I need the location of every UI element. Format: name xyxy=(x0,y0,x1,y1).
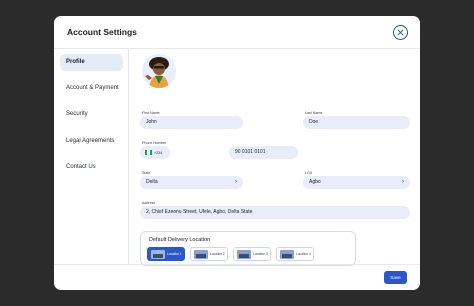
phone-number-field[interactable]: 90 0101 0101 xyxy=(229,146,298,159)
location-label: Location 2 xyxy=(210,252,225,256)
sidebar-item-account-payment[interactable]: Account & Payment xyxy=(60,80,123,97)
location-option-3[interactable]: Location 3 xyxy=(233,247,271,261)
profile-content: First Name John Last Name Doe Phone Numb… xyxy=(130,49,420,266)
delivery-location-title: Default Delivery Location xyxy=(149,237,211,243)
modal-footer: Save xyxy=(54,264,420,290)
state-value: Delta xyxy=(146,179,158,185)
modal-title: Account Settings xyxy=(67,27,137,37)
location-option-1[interactable]: Location 1 xyxy=(147,247,185,261)
lga-value: Agbo xyxy=(309,179,321,185)
first-name-label: First Name xyxy=(142,111,160,115)
sidebar-item-legal-agreements[interactable]: Legal Agreements xyxy=(60,133,123,150)
state-label: State xyxy=(142,171,151,175)
first-name-field[interactable]: John xyxy=(140,116,243,129)
location-thumbnail xyxy=(280,249,294,259)
lga-label: LGA xyxy=(305,171,313,175)
sidebar-item-contact-us[interactable]: Contact Us xyxy=(60,159,123,176)
avatar-illustration xyxy=(142,54,176,88)
location-option-4[interactable]: Location 4 xyxy=(276,247,314,261)
location-label: Location 1 xyxy=(167,252,182,256)
modal-header: Account Settings xyxy=(54,16,420,49)
chevron-right-icon: › xyxy=(235,179,237,185)
location-thumbnail xyxy=(237,249,251,259)
close-icon xyxy=(397,29,404,36)
location-thumbnail xyxy=(151,249,165,259)
close-button[interactable] xyxy=(393,25,408,40)
settings-sidebar: Profile Account & Payment Security Legal… xyxy=(54,49,129,264)
state-select[interactable]: Delta › xyxy=(140,176,243,189)
sidebar-item-profile[interactable]: Profile xyxy=(60,54,123,71)
location-label: Location 3 xyxy=(253,252,268,256)
address-label: Address xyxy=(142,201,156,205)
chevron-right-icon: › xyxy=(402,179,404,185)
avatar[interactable] xyxy=(142,54,176,88)
lga-select[interactable]: Agbo › xyxy=(303,176,410,189)
last-name-field[interactable]: Doe xyxy=(303,116,410,129)
location-option-2[interactable]: Location 2 xyxy=(190,247,228,261)
country-code-select[interactable]: +234 xyxy=(140,146,170,159)
last-name-label: Last Name xyxy=(305,111,323,115)
country-code: +234 xyxy=(154,150,163,155)
location-label: Location 4 xyxy=(296,252,311,256)
phone-number-label: Phone Number xyxy=(142,141,167,145)
nigeria-flag-icon xyxy=(145,150,152,155)
location-thumbnail xyxy=(194,249,208,259)
sidebar-item-security[interactable]: Security xyxy=(60,106,123,123)
save-button[interactable]: Save xyxy=(384,271,407,284)
address-field[interactable]: 2, Chief Ezeonu Street, Ufele, Agbo, Del… xyxy=(140,206,410,219)
account-settings-modal: Account Settings Profile Account & Payme… xyxy=(54,16,420,290)
default-delivery-location: Default Delivery Location Location 1 Loc… xyxy=(140,231,356,266)
